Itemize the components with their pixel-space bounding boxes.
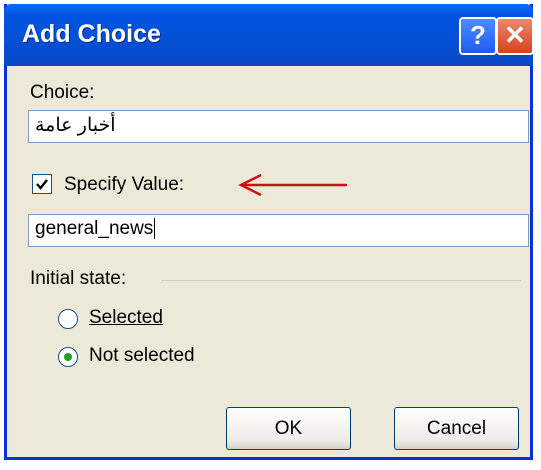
specify-value-input[interactable]: general_news [28,214,529,247]
radio-selected-label-text: Selected [89,307,163,328]
close-button[interactable]: ✕ [496,17,534,55]
checkmark-icon [36,179,48,190]
text-cursor [154,218,156,239]
specify-value-text: general_news [35,218,154,239]
dialog-title: Add Choice [22,20,161,48]
choice-input[interactable]: أخبار عامة [28,110,529,143]
red-arrow-icon [238,173,347,197]
specify-value-checkbox[interactable] [32,174,52,194]
title-bar: Add Choice ? ✕ [4,4,534,66]
help-button[interactable]: ? [459,17,497,55]
choice-label: Choice: [30,82,95,103]
radio-selected-label: Selected [89,307,163,329]
radio-not-selected-label: Not selected [89,345,195,366]
initial-state-label: Initial state: [30,268,127,289]
radio-not-selected[interactable] [58,347,78,367]
cancel-button[interactable]: Cancel [394,407,519,450]
radio-dot [64,353,72,361]
ok-button[interactable]: OK [226,407,351,450]
specify-value-label: Specify Value: [64,174,185,195]
radio-selected[interactable] [58,309,78,329]
group-divider [161,280,521,281]
